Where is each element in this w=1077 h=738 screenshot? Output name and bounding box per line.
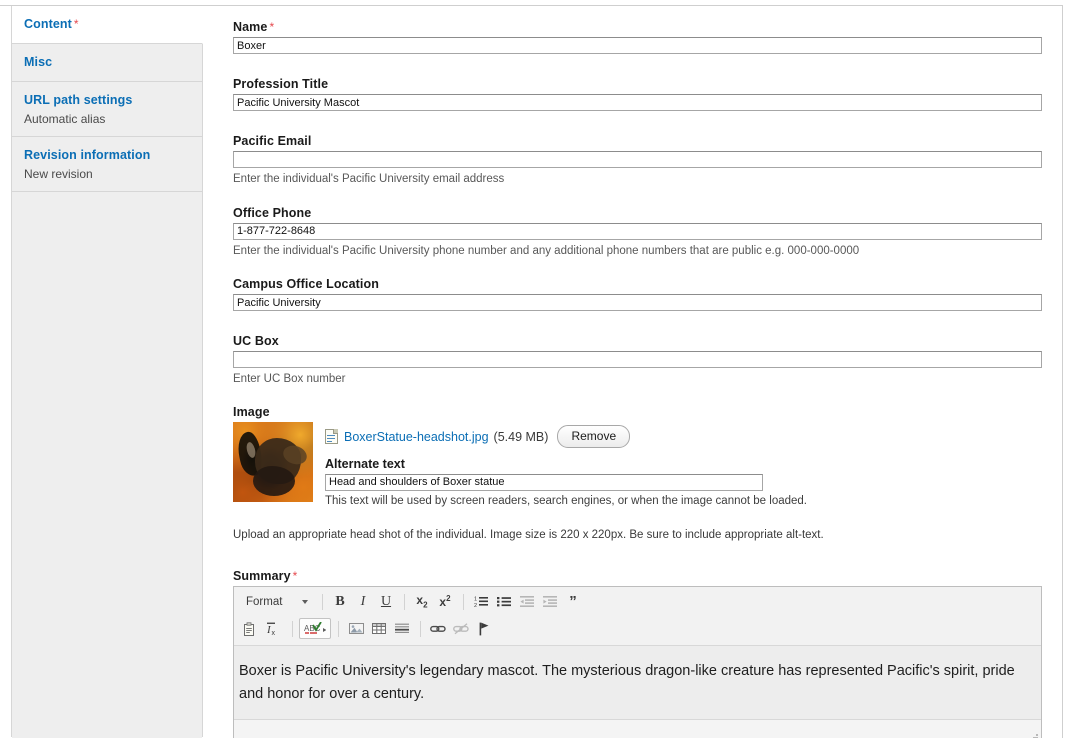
toolbar-separator [404,593,405,610]
remove-file-button[interactable]: Remove [557,424,631,449]
format-dropdown-label: Format [246,595,283,608]
editor-toolbar-row-2: I x ABC [240,617,1037,641]
remove-format-icon[interactable]: I x [263,618,285,639]
campus-office-location-input[interactable] [233,294,1042,312]
unlink-icon[interactable] [450,618,472,639]
tab-required-marker-content: * [73,17,79,31]
profession-title-input[interactable] [233,94,1042,111]
subscript-icon[interactable]: x2 [411,591,433,612]
anchor-icon[interactable] [473,618,495,639]
tab-title-misc: Misc [24,55,53,69]
image-thumbnail [233,421,313,502]
sidebar-item-revision-information[interactable]: Revision information New revision [12,137,202,192]
label-profession-title: Profession Title [233,77,329,91]
summary-body-text: Boxer is Pacific University's legendary … [239,662,1015,703]
node-edit-form-page: Content * Misc URL path settings Automati… [0,0,1077,738]
insert-table-icon[interactable] [368,618,390,639]
paste-from-word-icon[interactable] [240,618,262,639]
tab-title-url-path-settings: URL path settings [24,93,133,107]
label-uc-box: UC Box [233,334,279,349]
field-name: Name * [233,20,1045,54]
numbered-list-icon[interactable]: 1 2 [470,591,492,612]
description-pacific-email: Enter the individual's Pacific Universit… [233,173,505,185]
editor-footer [234,719,1041,738]
field-summary: Summary * Format B I U x2 x2 1 2 ” I x A… [233,569,1045,738]
indent-icon[interactable] [539,591,561,612]
uploaded-file-link[interactable]: BoxerStatue-headshot.jpg [344,430,489,444]
description-office-phone: Enter the individual's Pacific Universit… [233,244,860,257]
field-campus-office-location: Campus Office Location [233,277,1045,312]
tab-title-revision-information: Revision information [24,148,151,162]
image-widget: BoxerStatue-headshot.jpg (5.49 MB) Remov… [233,421,1045,507]
toolbar-separator [463,593,464,610]
bulleted-list-icon[interactable] [493,591,515,612]
svg-text:x: x [271,630,275,636]
sidebar-item-content[interactable]: Content * [12,6,203,44]
underline-icon[interactable]: U [375,591,397,612]
outdent-icon[interactable] [516,591,538,612]
svg-text:1: 1 [474,597,477,603]
tab-summary-url-path-settings: Automatic alias [24,112,106,126]
required-marker-summary: * [292,568,298,583]
field-profession-title: Profession Title [233,77,1045,111]
label-image: Image [233,404,270,419]
svg-text:2: 2 [474,603,477,608]
description-image-upload: Upload an appropriate head shot of the i… [233,528,824,541]
description-uc-box: Enter UC Box number [233,373,346,386]
toolbar-separator [420,620,421,637]
label-name: Name * [233,20,1045,34]
tab-title-content: Content [24,17,72,31]
link-icon[interactable] [427,618,449,639]
toolbar-separator [338,620,339,637]
sidebar-item-url-path-settings[interactable]: URL path settings Automatic alias [12,82,202,137]
horizontal-rule-icon[interactable] [391,618,413,639]
sidebar-item-misc[interactable]: Misc [12,44,202,82]
italic-icon[interactable]: I [352,591,374,612]
insert-image-icon[interactable] [345,618,367,639]
name-input[interactable] [233,37,1042,54]
file-document-icon [325,429,338,445]
label-pacific-email: Pacific Email [233,134,312,148]
label-summary: Summary * [233,569,1045,583]
field-image: Image BoxerStatue-headshot.jpg (5.49 MB)… [233,405,1045,541]
toolbar-separator [322,593,323,610]
pacific-email-input[interactable] [233,151,1042,168]
toolbar-separator [292,620,293,637]
office-phone-input[interactable] [233,222,1042,240]
vertical-tabs: Content * Misc URL path settings Automati… [11,6,203,738]
label-alternate-text: Alternate text [325,456,405,471]
thumbnail-shape-c [253,465,295,496]
rich-text-editor: Format B I U x2 x2 1 2 ” I x ABC Boxer i… [233,585,1042,738]
superscript-icon[interactable]: x2 [434,591,456,612]
chevron-down-icon [302,599,308,604]
spell-check-icon[interactable]: ABC [299,618,331,640]
label-text-name: Name [233,20,268,34]
label-campus-office-location: Campus Office Location [233,277,379,292]
editor-toolbar: Format B I U x2 x2 1 2 ” I x ABC [234,586,1041,646]
editor-content-area[interactable]: Boxer is Pacific University's legendary … [234,645,1041,720]
required-marker-name: * [269,20,275,34]
uc-box-input[interactable] [233,351,1042,369]
uploaded-file-row: BoxerStatue-headshot.jpg (5.49 MB) Remov… [325,424,1045,449]
bold-icon[interactable]: B [329,591,351,612]
form-fields-pane: Name* Profession Title Pacific Email Ent… [233,0,1045,738]
field-uc-box: UC Box Enter UC Box number [233,334,1045,388]
description-alternate-text: This text will be used by screen readers… [325,494,808,507]
field-office-phone: Office Phone Enter the individual's Paci… [233,206,1045,260]
editor-toolbar-row-1: Format B I U x2 x2 1 2 ” [240,590,1037,614]
alternate-text-input[interactable] [325,473,763,491]
label-office-phone: Office Phone [233,205,312,220]
label-text-summary: Summary [233,568,291,583]
uploaded-file-size: (5.49 MB) [493,429,549,444]
editor-resize-handle[interactable] [1027,734,1038,738]
vertical-tabs-filler [12,192,202,738]
blockquote-icon[interactable]: ” [562,591,584,612]
image-metadata: BoxerStatue-headshot.jpg (5.49 MB) Remov… [325,422,1045,507]
field-pacific-email: Pacific Email Enter the individual's Pac… [233,134,1045,188]
tab-summary-revision-information: New revision [24,167,93,181]
format-dropdown[interactable]: Format [240,592,314,612]
